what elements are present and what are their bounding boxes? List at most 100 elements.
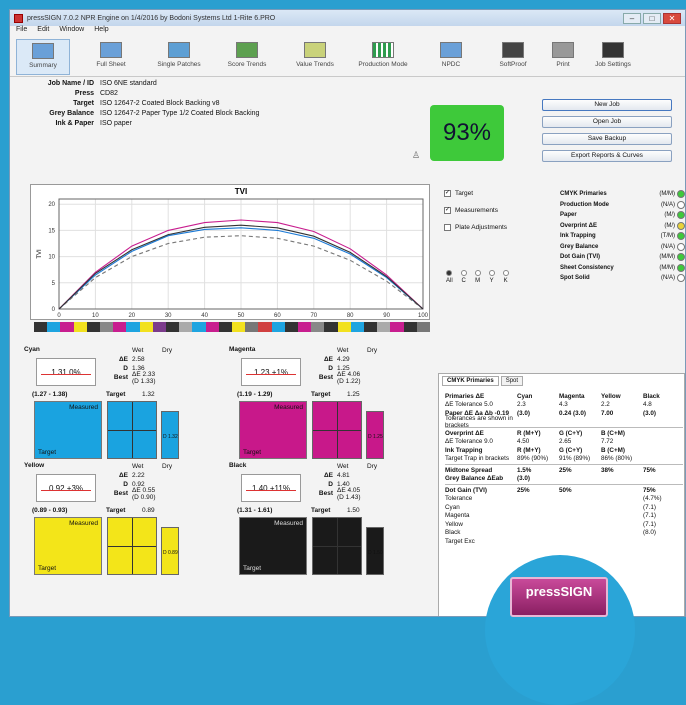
toolbar-production-mode[interactable]: Production Mode — [356, 39, 410, 75]
radio-y[interactable]: Y — [488, 270, 495, 284]
cmyk-row: Target Trap in brackets 89% (90%) 91% (89%… — [445, 455, 683, 464]
radio-all[interactable]: All — [446, 270, 453, 284]
density-line — [41, 374, 91, 375]
cmyk-row: Ink Trapping R (M+Y) G (C+Y) B (C+M) — [445, 446, 683, 455]
density-range: (1.19 - 1.29) — [237, 391, 273, 398]
tab-cmyk-primaries[interactable]: CMYK Primaries — [442, 376, 499, 386]
density-bar: D 0.89 — [161, 527, 179, 575]
target-label: Target — [106, 507, 126, 514]
cell: Best — [318, 374, 333, 381]
save-backup-button[interactable]: Save Backup — [542, 133, 672, 145]
ab-axis-v — [132, 518, 133, 574]
toolbar-value-trends[interactable]: Value Trends — [288, 39, 342, 75]
cmyk-cell: B (C+M) — [601, 429, 625, 437]
radio-m[interactable]: M — [474, 270, 481, 284]
measured-label: Measured — [69, 404, 98, 411]
density-value: 1.23 +1% — [241, 358, 301, 386]
radio-k[interactable]: K — [502, 270, 509, 284]
color-patch — [298, 322, 312, 332]
checkbox-box[interactable]: ✓ — [444, 207, 451, 214]
table-row: D 1.25 — [313, 364, 423, 373]
indicator-label: Sheet Consistency — [560, 264, 614, 271]
toolbar-single-patches[interactable]: Single Patches — [152, 39, 206, 75]
checkbox-box[interactable] — [444, 224, 451, 231]
softproof-icon — [502, 42, 524, 58]
maximize-button[interactable]: □ — [643, 12, 661, 24]
radio-dot[interactable] — [460, 270, 467, 276]
quadrant-title: Yellow — [24, 462, 45, 469]
open-job-button[interactable]: Open Job — [542, 116, 672, 128]
toolbar-npdc[interactable]: NPDC — [424, 39, 478, 75]
channel-radios: All C M Y K — [446, 270, 509, 284]
cmyk-cell: Yellow — [601, 392, 621, 400]
x-tick-label: 70 — [310, 313, 317, 319]
table-header: Wet Dry — [108, 346, 218, 355]
table-row: Best ΔE 4.06 (D 1.22) — [313, 370, 423, 385]
table-row: ΔE 4.29 — [313, 355, 423, 364]
menu-bar: File Edit Window Help — [10, 26, 685, 37]
color-patch — [403, 322, 417, 332]
cell: D — [328, 481, 333, 488]
indicator-row: Dot Gain (TVI) (M/M) — [560, 252, 685, 263]
ab-plot — [312, 517, 362, 575]
indicator-row: Overprint ΔE (M/) — [560, 221, 685, 232]
cmyk-cell: (7.1) — [643, 512, 656, 520]
new-job-button[interactable]: New Job — [542, 99, 672, 111]
toolbar-summary[interactable]: Summary — [16, 39, 70, 75]
menu-help[interactable]: Help — [94, 26, 108, 37]
cell: ΔE 4.06 (D 1.22) — [337, 370, 361, 385]
checkbox-target[interactable]: ✓ Target — [444, 185, 507, 202]
x-tick-label: 80 — [347, 313, 354, 319]
cell: ΔE — [118, 472, 128, 479]
cmyk-cell: ΔE Tolerance 9.0 — [445, 438, 493, 446]
cmyk-cell: 25% — [517, 486, 530, 494]
action-buttons: New Job Open Job Save Backup Export Repo… — [542, 99, 672, 167]
table-header: Wet Dry — [313, 346, 423, 355]
window-title: pressSIGN 7.0.2 NPR Engine on 1/4/2016 b… — [27, 14, 276, 22]
color-bar-strip — [34, 322, 431, 332]
checkbox-measurements[interactable]: ✓ Measurements — [444, 202, 507, 219]
radio-dot[interactable] — [474, 270, 481, 276]
menu-window[interactable]: Window — [59, 26, 84, 37]
x-tick-label: 10 — [92, 313, 99, 319]
indicator-status: (M/M) — [659, 254, 675, 261]
target-label: Target — [106, 391, 126, 398]
header-cell: Wet — [337, 347, 349, 354]
menu-file[interactable]: File — [16, 26, 27, 37]
info-key: Grey Balance — [49, 110, 94, 117]
checkbox-box[interactable]: ✓ — [444, 190, 451, 197]
cmyk-cell: (3.0) — [643, 409, 656, 417]
app-window: pressSIGN 7.0.2 NPR Engine on 1/4/2016 b… — [9, 9, 686, 617]
target-label: Target — [311, 391, 331, 398]
status-dot — [677, 221, 685, 230]
radio-dot[interactable] — [502, 270, 509, 276]
color-patch — [139, 322, 153, 332]
cmyk-cell: 2.65 — [559, 438, 572, 446]
toolbar-label: SoftProof — [499, 61, 527, 68]
radio-dot[interactable] — [446, 270, 453, 276]
toolbar-full-sheet[interactable]: Full Sheet — [84, 39, 138, 75]
cmyk-row: Magenta (7.1) — [445, 512, 683, 521]
cmyk-cell: G (C+Y) — [559, 446, 583, 454]
quadrant-title: Magenta — [229, 346, 256, 353]
toolbar-job-settings[interactable]: Job Settings — [592, 39, 634, 75]
radio-c[interactable]: C — [460, 270, 467, 284]
close-button[interactable]: ✕ — [663, 12, 681, 24]
value-trends-icon — [304, 42, 326, 58]
export-reports-button[interactable]: Export Reports & Curves — [542, 150, 672, 162]
header-cell: Wet — [337, 463, 349, 470]
tab-spot[interactable]: Spot — [500, 376, 524, 386]
menu-edit[interactable]: Edit — [37, 26, 49, 37]
checkbox-plate-adjustments[interactable]: Plate Adjustments — [444, 219, 507, 236]
minimize-button[interactable]: – — [623, 12, 641, 24]
radio-dot[interactable] — [488, 270, 495, 276]
toolbar-score-trends[interactable]: Score Trends — [220, 39, 274, 75]
cmyk-row: Tolerances are shown in brackets — [445, 415, 683, 429]
toolbar-softproof[interactable]: SoftProof — [492, 39, 534, 75]
cmyk-row: Target Exc — [445, 537, 683, 546]
cmyk-cell: 7.72 — [601, 438, 614, 446]
upload-icon[interactable]: ♙ — [412, 150, 420, 161]
color-patch — [390, 322, 404, 332]
info-value: ISO paper — [100, 120, 132, 127]
toolbar-print[interactable]: Print — [542, 39, 584, 75]
